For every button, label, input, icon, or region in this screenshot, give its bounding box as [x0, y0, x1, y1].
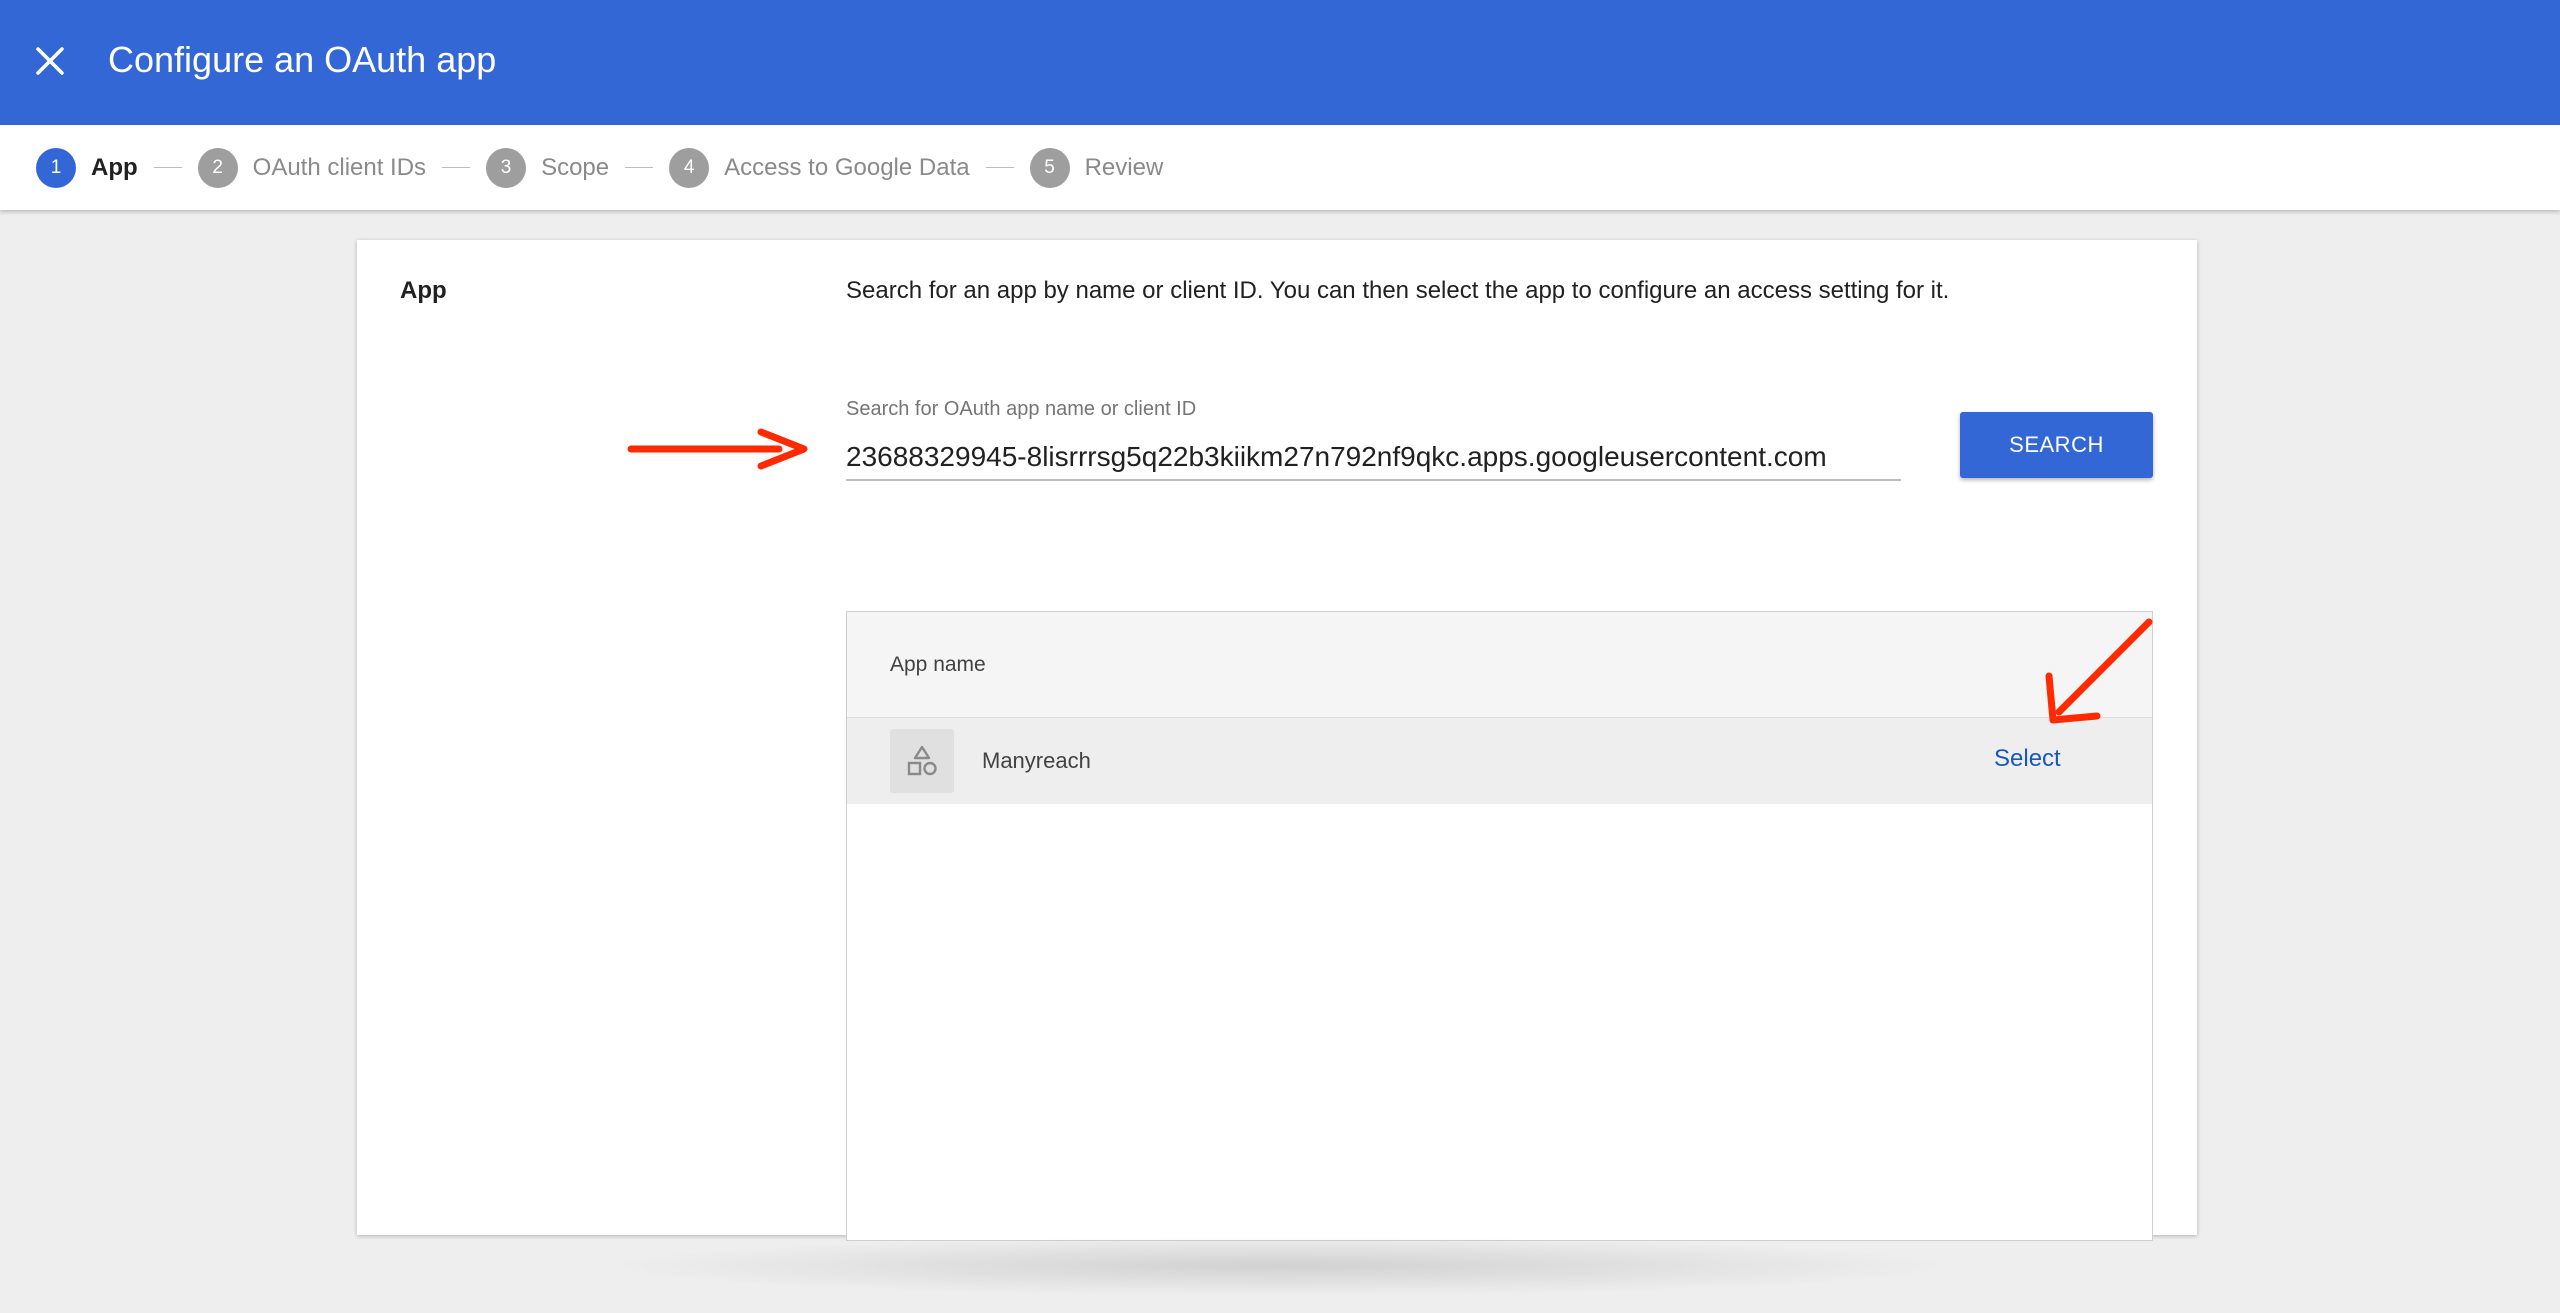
- step-label: OAuth client IDs: [252, 153, 427, 181]
- step-number: 2: [197, 147, 238, 188]
- app-name: Manyreach: [982, 748, 1091, 773]
- step-app[interactable]: 1 App: [36, 147, 138, 188]
- page-title: Configure an OAuth app: [108, 39, 497, 80]
- bottom-shadow: [600, 1236, 1960, 1296]
- search-input[interactable]: [846, 435, 1901, 481]
- table-header: App name: [847, 612, 2152, 718]
- step-separator: [442, 167, 471, 168]
- annotation-arrow-right-icon: [627, 428, 808, 470]
- select-link[interactable]: Select: [1994, 745, 2061, 773]
- step-label: App: [91, 153, 138, 181]
- step-number: 3: [486, 147, 527, 188]
- search-button[interactable]: SEARCH: [1960, 412, 2153, 478]
- step-label: Access to Google Data: [724, 153, 970, 181]
- stepper: 1 App 2 OAuth client IDs 3 Scope 4 Acces…: [0, 125, 2560, 210]
- step-number: 5: [1029, 147, 1070, 188]
- step-number: 1: [36, 147, 76, 188]
- step-label: Scope: [541, 153, 610, 181]
- annotation-arrow-down-left-icon: [2045, 618, 2153, 724]
- step-scope[interactable]: 3 Scope: [486, 147, 610, 188]
- step-label: Review: [1084, 153, 1164, 181]
- column-header-app-name: App name: [890, 652, 986, 676]
- shapes-icon: [907, 745, 937, 776]
- close-button[interactable]: [24, 30, 76, 92]
- shapes-icon: [890, 729, 954, 793]
- step-separator: [153, 167, 182, 168]
- step-separator: [625, 167, 654, 168]
- step-number: 4: [669, 147, 710, 188]
- step-oauth-client-ids[interactable]: 2 OAuth client IDs: [197, 147, 427, 188]
- step-access-to-google-data[interactable]: 4 Access to Google Data: [669, 147, 970, 188]
- app-card: App Search for an app by name or client …: [357, 240, 2197, 1241]
- table-row[interactable]: Manyreach Select: [847, 718, 2152, 804]
- step-separator: [985, 167, 1014, 168]
- section-description: Search for an app by name or client ID. …: [846, 277, 1950, 304]
- step-review[interactable]: 5 Review: [1029, 147, 1164, 188]
- section-title: App: [400, 277, 447, 304]
- results-table: App name Manyreach Select: [846, 611, 2153, 1241]
- app-bar: Configure an OAuth app: [0, 0, 2560, 125]
- close-icon: [36, 47, 64, 75]
- search-field-label: Search for OAuth app name or client ID: [846, 398, 1197, 420]
